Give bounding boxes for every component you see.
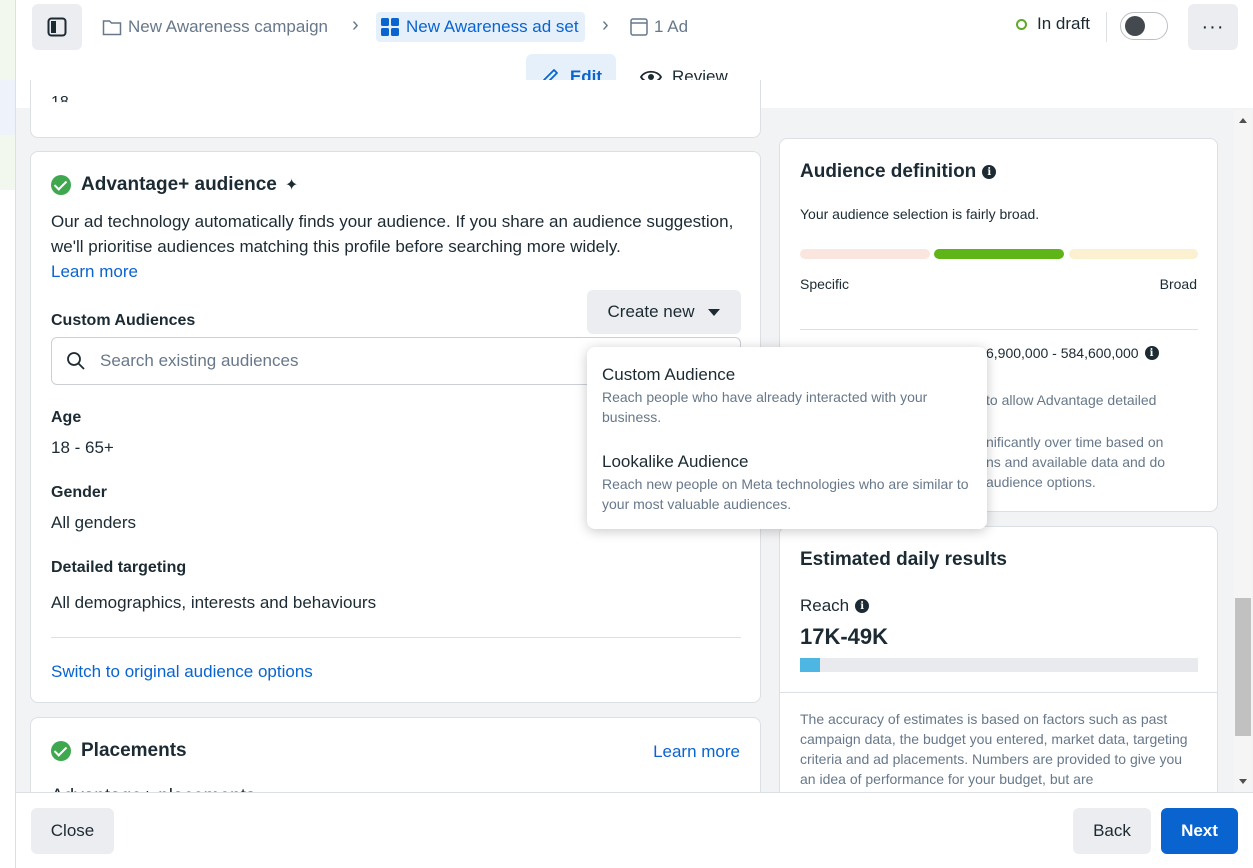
audience-breadth-text: Your audience selection is fairly broad. [800,206,1040,222]
card-title: Advantage+ audience ✦ [51,174,298,196]
card-title: Placements [51,740,187,762]
menu-item-description: Reach new people on Meta technologies wh… [602,476,969,512]
footer-bar: Close Back Next [16,792,1253,868]
back-button[interactable]: Back [1073,808,1151,854]
create-new-menu: Custom Audience Reach people who have al… [587,347,987,529]
audience-size: 6,900,000 - 584,600,000 i [986,345,1159,361]
definition-text: nificantly over time based on [986,434,1164,450]
breadcrumb-label: New Awareness campaign [128,17,329,36]
chevron-right-icon: › [352,14,359,36]
menu-item-title: Custom Audience [602,365,736,384]
definition-text: ns and available data and do [986,454,1166,470]
toggle-knob [1125,16,1145,36]
card-title-text: Audience definition [800,161,977,182]
info-icon[interactable]: i [855,599,870,613]
divider [1106,12,1107,42]
folder-icon [102,20,122,36]
next-button[interactable]: Next [1161,808,1238,854]
detailed-targeting-value: All demographics, interests and behaviou… [51,593,377,612]
divider [780,692,1217,693]
reach-bar-fill [800,658,820,672]
card-title-text: Placements [81,740,187,761]
card-description: Our ad technology automatically finds yo… [51,209,751,284]
info-icon[interactable]: i [1144,346,1159,360]
switch-audience-options-link[interactable]: Switch to original audience options [51,662,313,682]
caret-down-icon [708,308,721,316]
grid-icon [381,18,399,36]
check-circle-icon [51,741,71,761]
age-value: 18 - 65+ [51,438,114,457]
breadcrumb-ad-set[interactable]: New Awareness ad set [376,12,585,42]
chevron-right-icon: › [602,14,609,36]
definition-text: audience options. [986,474,1096,490]
card-title-text: Advantage+ audience [81,174,277,195]
scrollbar-thumb[interactable] [1235,598,1251,736]
menu-item-description: Reach people who have already interacted… [602,389,928,425]
description-text: Our ad technology automatically finds yo… [51,212,734,256]
breadcrumb-campaign[interactable]: New Awareness campaign [102,12,328,42]
info-icon[interactable]: i [982,165,997,179]
reach-label: Reach i [800,596,870,616]
left-edge-tint [0,0,15,80]
meter-segment-broad [1069,249,1198,259]
definition-text: to allow Advantage detailed [986,392,1157,408]
more-icon: ··· [1201,15,1225,38]
estimate-disclaimer: The accuracy of estimates is based on fa… [800,711,1188,787]
previous-card: 18 [30,80,761,138]
scroll-down-icon[interactable] [1239,779,1247,784]
search-input[interactable] [100,351,500,371]
age-label: Age [51,409,82,426]
cut-off-text: 18 [51,94,69,111]
check-circle-icon [51,175,71,195]
card-title: Audience definition i [800,161,997,183]
custom-audiences-label: Custom Audiences [51,312,196,329]
audience-size-value: 6,900,000 - 584,600,000 [986,345,1139,361]
meter-segment-active [934,249,1064,259]
breadcrumb-label: 1 Ad [654,17,689,36]
gender-value: All genders [51,513,137,532]
left-edge-strip [0,0,16,868]
scroll-up-icon[interactable] [1239,118,1247,123]
close-button[interactable]: Close [31,808,114,854]
create-new-button[interactable]: Create new [587,290,741,334]
sidebar-toggle-button[interactable] [32,4,82,50]
meter-segment-specific [800,249,930,259]
learn-more-link[interactable]: Learn more [653,742,740,762]
left-edge-tint [0,135,15,190]
menu-item-title: Lookalike Audience [602,452,749,471]
sidebar-panel-icon [47,17,67,37]
reach-bar [800,658,1198,672]
reach-value: 17K-49K [800,624,889,649]
publish-toggle[interactable] [1120,12,1168,40]
divider [51,637,741,638]
divider [800,329,1198,330]
gender-label: Gender [51,484,108,501]
ad-icon [630,18,648,36]
breadcrumb-label: New Awareness ad set [406,17,579,36]
learn-more-link[interactable]: Learn more [51,262,138,281]
detailed-targeting-label: Detailed targeting [51,559,187,576]
scrollbar[interactable] [1234,110,1252,792]
more-options-button[interactable]: ··· [1188,4,1238,50]
draft-status: In draft [1016,14,1090,34]
search-icon [67,352,85,370]
specific-label: Specific [800,276,850,292]
menu-item-custom-audience[interactable]: Custom Audience Reach people who have al… [602,365,972,427]
reach-label-text: Reach [800,596,850,615]
status-label: In draft [1037,14,1090,33]
left-edge-tint [0,80,15,135]
status-dot-icon [1016,18,1027,30]
breadcrumb-ad[interactable]: 1 Ad [630,12,688,42]
sparkle-icon: ✦ [284,177,299,194]
broad-label: Broad [1159,276,1197,292]
card-title: Estimated daily results [800,549,1007,570]
menu-item-lookalike-audience[interactable]: Lookalike Audience Reach new people on M… [602,452,972,514]
create-new-label: Create new [607,302,695,321]
